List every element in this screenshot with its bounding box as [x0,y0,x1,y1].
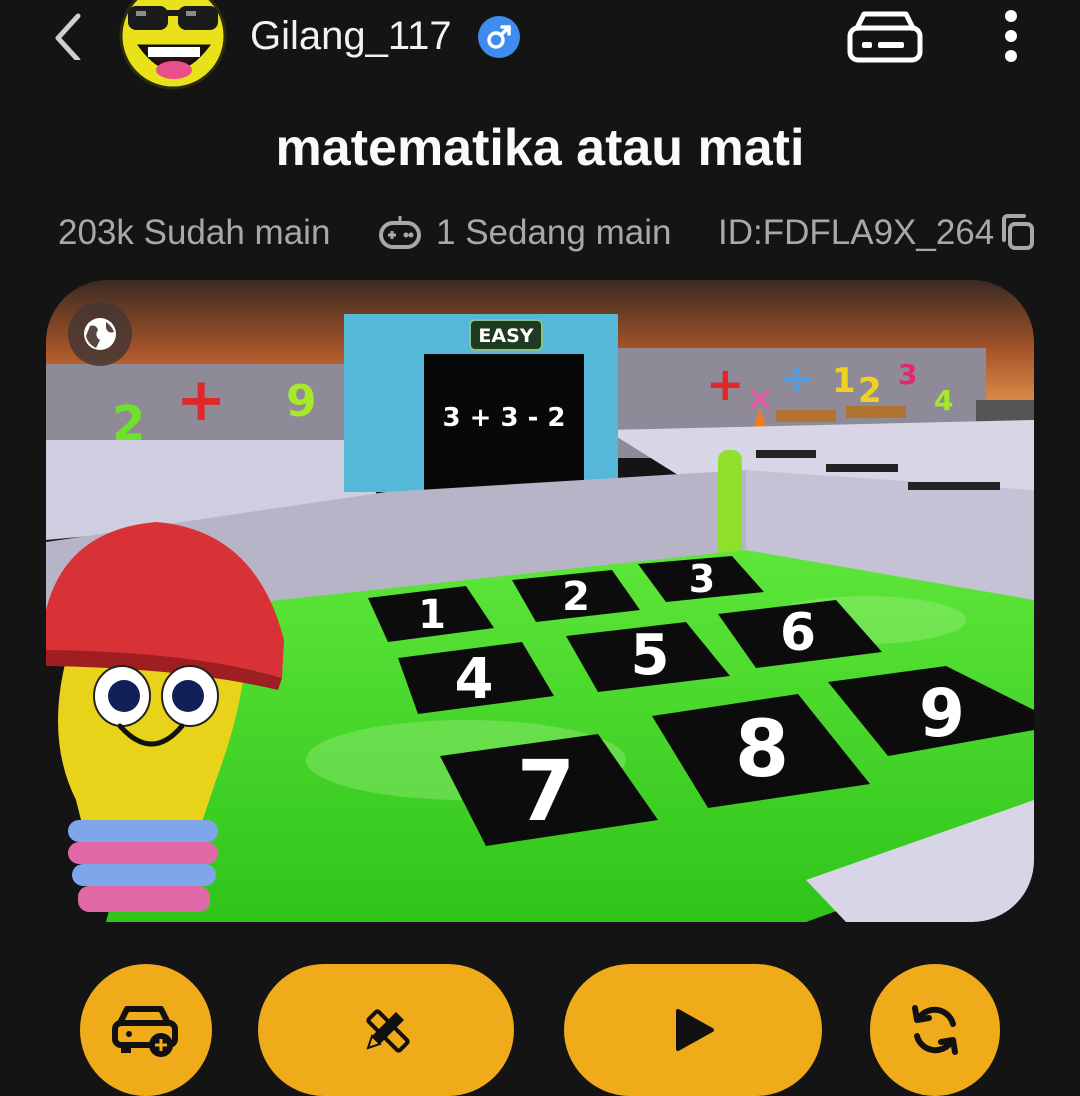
more-vertical-icon [1005,10,1017,62]
equation-label: 3 + 3 - 2 [442,403,565,433]
gamepad-icon [378,214,422,250]
tile-5: 5 [631,623,670,688]
chevron-left-icon [55,13,81,63]
difficulty-label: EASY [478,325,533,347]
car-add-icon [112,1006,178,1057]
refresh-button[interactable] [870,964,1000,1096]
wall-symbol-4: 4 [934,384,953,417]
copy-icon [1002,214,1034,250]
username[interactable]: Gilang_117 [250,12,452,60]
tile-7: 7 [517,742,575,840]
tile-1: 1 [418,592,446,638]
back-button[interactable] [44,10,94,63]
wall-symbol-2b: 2 [858,371,882,411]
wall-symbol-9: 9 [286,376,317,427]
public-globe-button[interactable] [68,302,132,366]
tile-8: 8 [735,705,789,795]
playing-count: 1 Sedang main [436,213,672,252]
tile-3: 3 [689,557,715,601]
wall-symbol-divide: ÷ [780,356,814,402]
copy-id-button[interactable] [998,212,1036,252]
gender-male-icon [478,16,520,58]
game-id: ID:FDFLA9X_264 [718,213,995,252]
add-vehicle-button[interactable] [80,964,212,1096]
wallet-card-button[interactable] [846,8,924,64]
avatar[interactable] [118,0,228,90]
tile-4: 4 [455,647,494,712]
wall-symbol-plus: + [176,365,226,435]
tile-6: 6 [780,603,816,663]
game-title: matematika atau mati [275,119,805,177]
game-preview-image[interactable]: 2 + 9 + × ÷ 1 2 3 4 EASY 3 + 3 - 2 1 2 3… [46,280,1034,922]
tile-2: 2 [562,574,590,620]
more-options-button[interactable] [996,4,1026,68]
wall-symbol-1: 1 [832,361,856,401]
wall-symbol-3: 3 [898,358,917,391]
edit-button[interactable] [258,964,514,1096]
refresh-icon [912,1005,958,1055]
wallet-card-icon [847,11,923,63]
played-count: 203k Sudah main [58,213,331,252]
wall-symbol-plus-2: + [706,357,745,411]
tile-9: 9 [919,675,965,752]
play-icon [676,1009,714,1051]
globe-icon [84,318,116,350]
pencil-ruler-icon [366,1009,410,1053]
play-button[interactable] [564,964,822,1096]
